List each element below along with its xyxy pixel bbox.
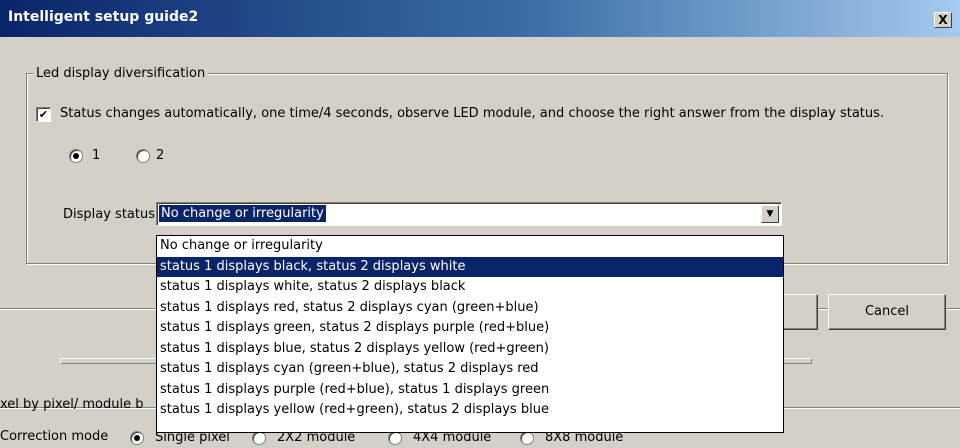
display-status-select[interactable]: No change or irregularity ▼ [156,202,782,226]
dropdown-option[interactable]: status 1 displays yellow (red+green), st… [157,400,783,421]
dropdown-option[interactable]: status 1 displays purple (red+blue), sta… [157,380,783,401]
close-button[interactable]: X [934,12,952,28]
dropdown-option[interactable]: status 1 displays cyan (green+blue), sta… [157,359,783,380]
correction-mode-label: Correction mode [0,429,109,444]
pixel-module-label: xel by pixel/ module b [0,397,144,412]
checkmark-icon: ✔ [38,108,49,121]
display-status-value: No change or irregularity [159,205,326,222]
radio-2x2[interactable] [252,431,266,445]
chevron-down-icon[interactable]: ▼ [761,205,779,223]
dropdown-option-highlighted[interactable]: status 1 displays black, status 2 displa… [157,256,783,277]
group-legend: Led display diversification [33,66,209,81]
radio-status-1-label: 1 [92,148,101,163]
display-status-label: Display status [63,207,155,222]
display-status-dropdown[interactable]: No change or irregularity status 1 displ… [156,235,784,433]
cancel-button[interactable]: Cancel [828,294,946,330]
dropdown-option[interactable]: status 1 displays red, status 2 displays… [157,298,783,319]
radio-single-pixel[interactable] [130,431,144,445]
radio-status-1[interactable] [69,149,83,163]
dropdown-option[interactable]: status 1 displays blue, status 2 display… [157,339,783,360]
radio-status-2[interactable] [136,149,150,163]
radio-8x8[interactable] [520,431,534,445]
window-title: Intelligent setup guide2 [8,9,199,25]
dropdown-option[interactable]: status 1 displays green, status 2 displa… [157,318,783,339]
auto-change-label: Status changes automatically, one time/4… [60,106,885,121]
radio-status-2-label: 2 [156,148,165,163]
radio-4x4[interactable] [388,431,402,445]
auto-change-checkbox[interactable]: ✔ [36,107,51,122]
dropdown-option[interactable]: status 1 displays white, status 2 displa… [157,277,783,298]
dropdown-option[interactable]: No change or irregularity [157,236,783,257]
